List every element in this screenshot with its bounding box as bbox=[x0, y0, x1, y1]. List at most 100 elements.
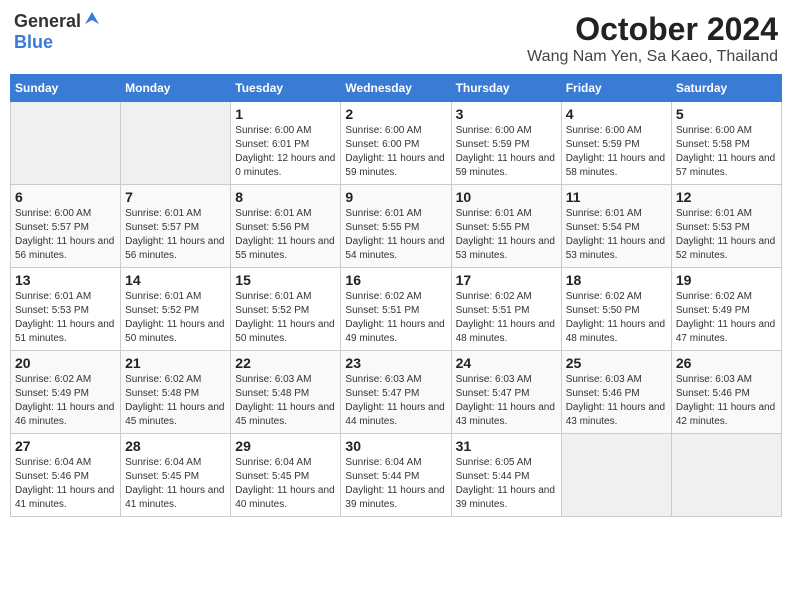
calendar-cell: 16 Sunrise: 6:02 AMSunset: 5:51 PMDayligh… bbox=[341, 268, 451, 351]
calendar-week-row: 1 Sunrise: 6:00 AMSunset: 6:01 PMDaylight… bbox=[11, 102, 782, 185]
title-block: October 2024 Wang Nam Yen, Sa Kaeo, Thai… bbox=[527, 10, 778, 66]
day-number: 26 bbox=[676, 355, 777, 371]
calendar-cell: 1 Sunrise: 6:00 AMSunset: 6:01 PMDaylight… bbox=[231, 102, 341, 185]
calendar-cell: 25 Sunrise: 6:03 AMSunset: 5:46 PMDayligh… bbox=[561, 351, 671, 434]
day-number: 7 bbox=[125, 189, 226, 205]
day-number: 8 bbox=[235, 189, 336, 205]
calendar-week-row: 6 Sunrise: 6:00 AMSunset: 5:57 PMDaylight… bbox=[11, 185, 782, 268]
calendar-header-row: SundayMondayTuesdayWednesdayThursdayFrid… bbox=[11, 75, 782, 102]
day-number: 15 bbox=[235, 272, 336, 288]
header-monday: Monday bbox=[121, 75, 231, 102]
header-thursday: Thursday bbox=[451, 75, 561, 102]
logo-bird-icon bbox=[83, 10, 101, 28]
calendar-cell: 7Sunrise: 6:01 AMSunset: 5:57 PMDaylight… bbox=[121, 185, 231, 268]
day-number: 12 bbox=[676, 189, 777, 205]
calendar-cell: 30Sunrise: 6:04 AMSunset: 5:44 PMDayligh… bbox=[341, 434, 451, 517]
day-detail: Sunrise: 6:02 AMSunset: 5:49 PMDaylight:… bbox=[676, 290, 777, 346]
day-detail: Sunrise: 6:01 AMSunset: 5:55 PMDaylight:… bbox=[345, 207, 446, 263]
calendar-cell: 26Sunrise: 6:03 AMSunset: 5:46 PMDayligh… bbox=[671, 351, 781, 434]
day-number: 27 bbox=[15, 438, 116, 454]
day-detail: Sunrise: 6:00 AMSunset: 5:59 PMDaylight:… bbox=[456, 124, 557, 180]
calendar-cell: 11 Sunrise: 6:01 AMSunset: 5:54 PMDayligh… bbox=[561, 185, 671, 268]
day-number: 25 bbox=[566, 355, 667, 371]
day-number: 24 bbox=[456, 355, 557, 371]
calendar-cell: 2 Sunrise: 6:00 AMSunset: 6:00 PMDaylight… bbox=[341, 102, 451, 185]
calendar-cell: 14 Sunrise: 6:01 AMSunset: 5:52 PMDayligh… bbox=[121, 268, 231, 351]
day-number: 14 bbox=[125, 272, 226, 288]
calendar-cell: 22 Sunrise: 6:03 AMSunset: 5:48 PMDayligh… bbox=[231, 351, 341, 434]
day-detail: Sunrise: 6:01 AMSunset: 5:54 PMDaylight:… bbox=[566, 207, 667, 263]
calendar-table: SundayMondayTuesdayWednesdayThursdayFrid… bbox=[10, 74, 782, 517]
day-detail: Sunrise: 6:02 AMSunset: 5:51 PMDaylight:… bbox=[345, 290, 446, 346]
day-detail: Sunrise: 6:05 AMSunset: 5:44 PMDaylight:… bbox=[456, 456, 557, 512]
calendar-cell: 13Sunrise: 6:01 AMSunset: 5:53 PMDayligh… bbox=[11, 268, 121, 351]
day-detail: Sunrise: 6:01 AMSunset: 5:52 PMDaylight:… bbox=[235, 290, 336, 346]
calendar-week-row: 13Sunrise: 6:01 AMSunset: 5:53 PMDayligh… bbox=[11, 268, 782, 351]
day-detail: Sunrise: 6:04 AMSunset: 5:45 PMDaylight:… bbox=[235, 456, 336, 512]
day-number: 1 bbox=[235, 106, 336, 122]
day-number: 2 bbox=[345, 106, 446, 122]
day-detail: Sunrise: 6:02 AMSunset: 5:51 PMDaylight:… bbox=[456, 290, 557, 346]
day-number: 6 bbox=[15, 189, 116, 205]
day-detail: Sunrise: 6:00 AMSunset: 6:01 PMDaylight:… bbox=[235, 124, 336, 180]
header-tuesday: Tuesday bbox=[231, 75, 341, 102]
day-number: 4 bbox=[566, 106, 667, 122]
day-number: 11 bbox=[566, 189, 667, 205]
month-title: October 2024 bbox=[527, 10, 778, 48]
day-number: 23 bbox=[345, 355, 446, 371]
calendar-week-row: 27Sunrise: 6:04 AMSunset: 5:46 PMDayligh… bbox=[11, 434, 782, 517]
calendar-cell: 5 Sunrise: 6:00 AMSunset: 5:58 PMDaylight… bbox=[671, 102, 781, 185]
day-detail: Sunrise: 6:01 AMSunset: 5:53 PMDaylight:… bbox=[15, 290, 116, 346]
day-number: 29 bbox=[235, 438, 336, 454]
day-detail: Sunrise: 6:00 AMSunset: 6:00 PMDaylight:… bbox=[345, 124, 446, 180]
calendar-cell bbox=[671, 434, 781, 517]
calendar-cell: 6 Sunrise: 6:00 AMSunset: 5:57 PMDaylight… bbox=[11, 185, 121, 268]
calendar-cell: 3 Sunrise: 6:00 AMSunset: 5:59 PMDaylight… bbox=[451, 102, 561, 185]
header-saturday: Saturday bbox=[671, 75, 781, 102]
calendar-cell: 28Sunrise: 6:04 AMSunset: 5:45 PMDayligh… bbox=[121, 434, 231, 517]
day-number: 18 bbox=[566, 272, 667, 288]
day-number: 31 bbox=[456, 438, 557, 454]
calendar-cell: 18 Sunrise: 6:02 AMSunset: 5:50 PMDayligh… bbox=[561, 268, 671, 351]
calendar-cell bbox=[561, 434, 671, 517]
day-detail: Sunrise: 6:02 AMSunset: 5:50 PMDaylight:… bbox=[566, 290, 667, 346]
day-detail: Sunrise: 6:01 AMSunset: 5:53 PMDaylight:… bbox=[676, 207, 777, 263]
calendar-cell: 31 Sunrise: 6:05 AMSunset: 5:44 PMDayligh… bbox=[451, 434, 561, 517]
calendar-cell: 17 Sunrise: 6:02 AMSunset: 5:51 PMDayligh… bbox=[451, 268, 561, 351]
header-wednesday: Wednesday bbox=[341, 75, 451, 102]
calendar-cell: 15 Sunrise: 6:01 AMSunset: 5:52 PMDayligh… bbox=[231, 268, 341, 351]
day-detail: Sunrise: 6:01 AMSunset: 5:55 PMDaylight:… bbox=[456, 207, 557, 263]
logo-blue-text: Blue bbox=[14, 33, 53, 53]
day-number: 5 bbox=[676, 106, 777, 122]
day-detail: Sunrise: 6:00 AMSunset: 5:57 PMDaylight:… bbox=[15, 207, 116, 263]
day-detail: Sunrise: 6:03 AMSunset: 5:46 PMDaylight:… bbox=[566, 373, 667, 429]
day-number: 19 bbox=[676, 272, 777, 288]
page-header: General Blue October 2024 Wang Nam Yen, … bbox=[10, 10, 782, 66]
day-detail: Sunrise: 6:00 AMSunset: 5:59 PMDaylight:… bbox=[566, 124, 667, 180]
calendar-cell: 4 Sunrise: 6:00 AMSunset: 5:59 PMDaylight… bbox=[561, 102, 671, 185]
day-number: 22 bbox=[235, 355, 336, 371]
calendar-cell: 10Sunrise: 6:01 AMSunset: 5:55 PMDayligh… bbox=[451, 185, 561, 268]
day-number: 3 bbox=[456, 106, 557, 122]
calendar-cell: 29 Sunrise: 6:04 AMSunset: 5:45 PMDayligh… bbox=[231, 434, 341, 517]
location-title: Wang Nam Yen, Sa Kaeo, Thailand bbox=[527, 48, 778, 66]
day-detail: Sunrise: 6:03 AMSunset: 5:47 PMDaylight:… bbox=[456, 373, 557, 429]
day-number: 20 bbox=[15, 355, 116, 371]
day-detail: Sunrise: 6:00 AMSunset: 5:58 PMDaylight:… bbox=[676, 124, 777, 180]
calendar-cell: 23Sunrise: 6:03 AMSunset: 5:47 PMDayligh… bbox=[341, 351, 451, 434]
day-detail: Sunrise: 6:01 AMSunset: 5:52 PMDaylight:… bbox=[125, 290, 226, 346]
day-number: 16 bbox=[345, 272, 446, 288]
day-detail: Sunrise: 6:03 AMSunset: 5:48 PMDaylight:… bbox=[235, 373, 336, 429]
calendar-cell: 19 Sunrise: 6:02 AMSunset: 5:49 PMDayligh… bbox=[671, 268, 781, 351]
calendar-week-row: 20Sunrise: 6:02 AMSunset: 5:49 PMDayligh… bbox=[11, 351, 782, 434]
calendar-cell: 24 Sunrise: 6:03 AMSunset: 5:47 PMDayligh… bbox=[451, 351, 561, 434]
day-number: 17 bbox=[456, 272, 557, 288]
calendar-cell: 8Sunrise: 6:01 AMSunset: 5:56 PMDaylight… bbox=[231, 185, 341, 268]
day-number: 28 bbox=[125, 438, 226, 454]
day-detail: Sunrise: 6:04 AMSunset: 5:44 PMDaylight:… bbox=[345, 456, 446, 512]
calendar-cell bbox=[121, 102, 231, 185]
header-friday: Friday bbox=[561, 75, 671, 102]
day-number: 21 bbox=[125, 355, 226, 371]
logo: General Blue bbox=[14, 10, 101, 53]
calendar-cell bbox=[11, 102, 121, 185]
